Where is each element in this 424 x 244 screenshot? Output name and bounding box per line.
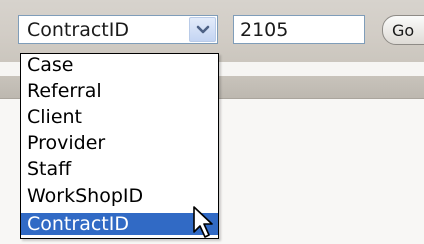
option-staff[interactable]: Staff — [21, 158, 218, 180]
chevron-down-icon — [196, 25, 210, 34]
option-provider[interactable]: Provider — [21, 132, 218, 154]
mouse-pointer-icon — [193, 206, 213, 238]
option-case[interactable]: Case — [21, 54, 218, 76]
select-value: ContractID — [27, 19, 129, 41]
dropdown-list: Case Referral Client Provider Staff Work… — [20, 53, 219, 239]
screen: ContractID 2105 Go Case Referral Client … — [0, 0, 424, 244]
search-type-select[interactable]: ContractID — [18, 15, 218, 44]
option-workshopid[interactable]: WorkShopID — [21, 185, 218, 207]
option-referral[interactable]: Referral — [21, 80, 218, 102]
dropdown-arrow-button[interactable] — [189, 17, 216, 42]
search-input[interactable]: 2105 — [233, 15, 365, 44]
go-button[interactable]: Go — [382, 15, 424, 45]
option-client[interactable]: Client — [21, 106, 218, 128]
option-contractid[interactable]: ContractID — [21, 213, 218, 235]
